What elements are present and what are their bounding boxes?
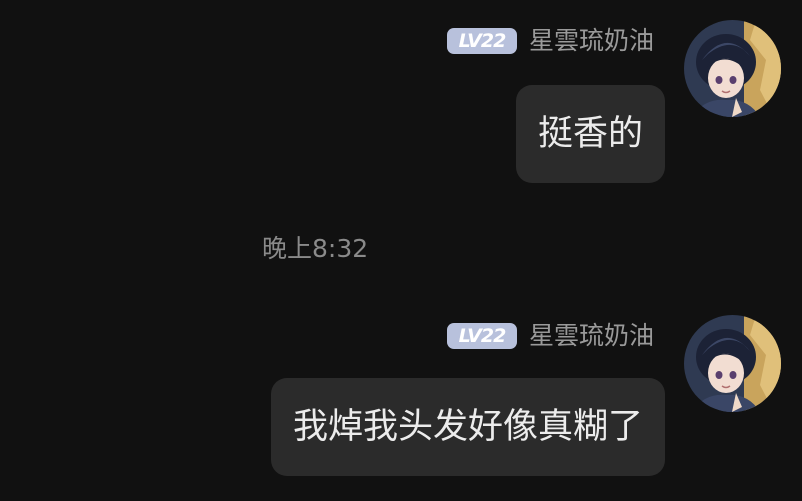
message-bubble[interactable]: 挺香的 <box>515 85 665 183</box>
user-avatar-icon[interactable] <box>684 315 781 412</box>
message-header: LV22 星雲琉奶油 <box>446 321 654 351</box>
message-header: LV22 星雲琉奶油 <box>446 26 654 56</box>
sender-name[interactable]: 星雲琉奶油 <box>529 321 654 351</box>
chat-message: LV22 星雲琉奶油 挺香的 <box>0 0 802 200</box>
user-avatar-icon[interactable] <box>684 20 781 117</box>
message-timestamp: 晚上8:32 <box>262 234 369 263</box>
level-badge[interactable]: LV22 <box>446 28 517 54</box>
message-bubble[interactable]: 我焯我头发好像真糊了 <box>270 378 665 476</box>
chat-message: LV22 星雲琉奶油 我焯我头发好像真糊了 <box>0 300 802 500</box>
level-badge[interactable]: LV22 <box>446 323 517 349</box>
sender-name[interactable]: 星雲琉奶油 <box>529 26 654 56</box>
